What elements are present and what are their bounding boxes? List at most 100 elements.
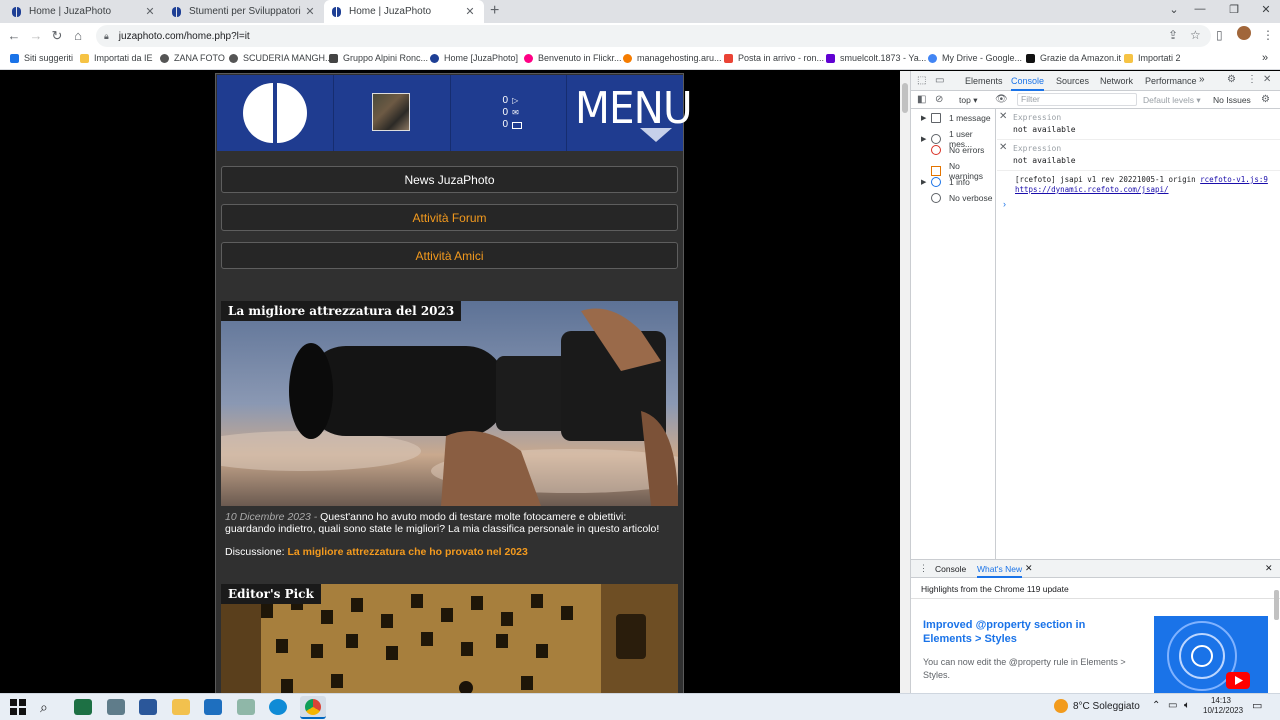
close-icon[interactable]: ✕: [999, 142, 1007, 153]
clock[interactable]: 14:13 10/12/2023: [1203, 696, 1243, 716]
eye-icon[interactable]: 👁︎: [995, 94, 1008, 105]
page-scrollbar[interactable]: [900, 71, 910, 693]
browser-tab[interactable]: Stumenti per Sviluppatori | Juza ✕: [164, 0, 324, 23]
chevron-up-icon[interactable]: ⌃: [1152, 700, 1160, 711]
more-menu-icon[interactable]: ⋮: [919, 563, 928, 574]
chrome-taskbar-button[interactable]: [300, 696, 326, 719]
news-button[interactable]: News JuzaPhoto: [221, 166, 678, 193]
context-select[interactable]: top ▾: [959, 95, 977, 106]
word-icon[interactable]: [139, 699, 157, 715]
window-close-icon[interactable]: ✕: [1256, 3, 1276, 16]
share-icon[interactable]: ⇪: [1168, 28, 1178, 42]
clear-console-icon[interactable]: ⊘: [935, 94, 943, 105]
volume-icon[interactable]: 🔈︎: [1184, 700, 1190, 711]
weather-text[interactable]: 8°C Soleggiato: [1073, 701, 1140, 712]
windows-start-icon[interactable]: [10, 699, 26, 715]
minimize-icon[interactable]: —: [1190, 3, 1210, 15]
gear-icon[interactable]: ⚙: [1261, 94, 1270, 105]
mail-icon[interactable]: [204, 699, 222, 715]
sidebar-item-messages[interactable]: ▶ 1 message: [921, 113, 991, 123]
network-icon[interactable]: ▭: [1168, 700, 1177, 711]
bookmark-item[interactable]: Home [JuzaPhoto]: [430, 53, 518, 63]
reload-icon[interactable]: ↻: [49, 28, 65, 44]
edge-icon[interactable]: [269, 699, 287, 715]
bookmark-star-icon[interactable]: ☆: [1190, 28, 1201, 42]
excel-icon[interactable]: [74, 699, 92, 715]
user-cell[interactable]: [334, 75, 451, 151]
bookmark-item[interactable]: SCUDERIA MANGH...: [229, 53, 333, 63]
url-link[interactable]: https://dynamic.rcefoto.com/jsapi/: [1015, 185, 1169, 194]
bookmark-item[interactable]: Importati da IE: [80, 53, 153, 63]
bookmark-item[interactable]: Posta in arrivo - ron...: [724, 53, 824, 63]
file-explorer-icon[interactable]: [172, 699, 190, 715]
back-icon[interactable]: ←: [6, 28, 22, 43]
side-panel-icon[interactable]: ▯: [1216, 28, 1223, 42]
sidebar-toggle-icon[interactable]: ◧: [917, 94, 926, 105]
tab-console[interactable]: Console: [1011, 76, 1045, 91]
whats-new-link[interactable]: Improved @property section in Elements >…: [923, 618, 1098, 646]
sidebar-item-errors[interactable]: No errors: [931, 145, 984, 155]
tab-elements[interactable]: Elements: [965, 76, 1003, 86]
app-icon[interactable]: [237, 699, 255, 715]
browser-tab[interactable]: Home | JuzaPhoto ✕: [4, 0, 164, 23]
close-icon[interactable]: ✕: [999, 111, 1007, 122]
levels-select[interactable]: Default levels ▾: [1143, 95, 1201, 106]
article-image[interactable]: La migliore attrezzatura del 2023: [221, 301, 678, 506]
inspect-icon[interactable]: ⬚: [917, 75, 926, 86]
close-icon[interactable]: ✕: [1263, 74, 1271, 85]
tab-search-icon[interactable]: ⌄: [1164, 3, 1184, 16]
calculator-icon[interactable]: [107, 699, 125, 715]
bookmark-item[interactable]: Siti suggeriti: [10, 53, 73, 63]
live-expression[interactable]: ✕ Expression not available: [997, 140, 1280, 171]
bookmark-item[interactable]: Benvenuto in Flickr...: [524, 53, 622, 63]
bookmark-item[interactable]: Importati 2: [1124, 53, 1181, 63]
video-thumbnail[interactable]: [1154, 616, 1268, 694]
bookmark-item[interactable]: Gruppo Alpini Ronc...: [329, 53, 428, 63]
close-icon[interactable]: ✕: [1265, 563, 1273, 574]
close-icon[interactable]: ✕: [464, 5, 476, 18]
address-bar[interactable]: 🔒︎ juzaphoto.com/home.php?l=it: [96, 25, 1211, 47]
drawer-tab-console[interactable]: Console: [935, 564, 966, 574]
browser-tab-active[interactable]: Home | JuzaPhoto ✕: [324, 0, 484, 23]
notification-center-icon[interactable]: ▭: [1252, 699, 1262, 712]
menu-cell[interactable]: MENU: [567, 75, 693, 151]
discussion-link[interactable]: La migliore attrezzatura che ho provato …: [287, 546, 527, 558]
bookmark-item[interactable]: Grazie da Amazon.it: [1026, 53, 1121, 63]
article-title[interactable]: La migliore attrezzatura del 2023: [221, 301, 462, 321]
console-prompt[interactable]: ›: [1003, 199, 1006, 209]
drawer-scrollbar[interactable]: [1274, 590, 1279, 620]
more-menu-icon[interactable]: ⋮: [1262, 28, 1274, 42]
tab-sources[interactable]: Sources: [1056, 76, 1089, 86]
close-icon[interactable]: ✕: [304, 5, 316, 18]
notifications-cell[interactable]: 0 ▷ 0 ✉ 0: [451, 75, 568, 151]
home-icon[interactable]: ⌂: [70, 28, 86, 43]
source-link[interactable]: rcefoto-v1.js:9: [1200, 175, 1268, 184]
sidebar-item-info[interactable]: ▶ 1 info: [921, 177, 970, 187]
drawer-tab-whats-new[interactable]: What's New: [977, 564, 1023, 578]
forward-icon[interactable]: →: [28, 28, 44, 43]
bookmark-item[interactable]: smuelcolt.1873 - Ya...: [826, 53, 926, 63]
issues-counter[interactable]: No Issues: [1213, 95, 1251, 105]
more-menu-icon[interactable]: ⋮: [1247, 74, 1257, 85]
device-toolbar-icon[interactable]: ▭: [935, 75, 944, 86]
article-image[interactable]: Editor's Pick: [221, 584, 678, 693]
forum-activity-button[interactable]: Attività Forum: [221, 204, 678, 231]
friends-activity-button[interactable]: Attività Amici: [221, 242, 678, 269]
new-tab-button[interactable]: +: [490, 2, 499, 20]
filter-input[interactable]: Filter: [1017, 93, 1137, 106]
sidebar-item-verbose[interactable]: No verbose: [931, 193, 992, 203]
avatar[interactable]: [371, 93, 410, 131]
search-icon[interactable]: ⌕: [40, 699, 58, 715]
gear-icon[interactable]: ⚙: [1227, 74, 1236, 85]
close-icon[interactable]: ✕: [1025, 563, 1033, 574]
profile-avatar[interactable]: [1237, 26, 1251, 40]
close-icon[interactable]: ✕: [144, 5, 156, 18]
article-title[interactable]: Editor's Pick: [221, 584, 321, 604]
more-tabs-icon[interactable]: »: [1199, 74, 1205, 85]
live-expression[interactable]: ✕ Expression not available: [997, 109, 1280, 140]
scrollbar-thumb[interactable]: [902, 83, 908, 113]
restore-icon[interactable]: ❐: [1224, 3, 1244, 16]
bookmark-item[interactable]: ZANA FOTO: [160, 53, 225, 63]
bookmark-item[interactable]: My Drive - Google...: [928, 53, 1022, 63]
more-bookmarks-icon[interactable]: »: [1262, 52, 1268, 64]
